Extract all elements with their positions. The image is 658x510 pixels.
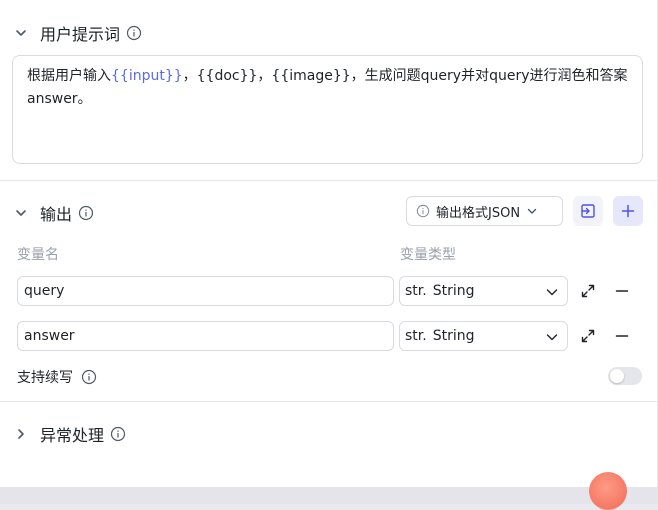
info-icon[interactable] <box>126 25 142 41</box>
prompt-section-title: 用户提示词 <box>40 25 121 44</box>
prompt-text-1: 根据用户输入 <box>27 68 111 84</box>
info-icon[interactable] <box>110 426 126 442</box>
canvas-background <box>0 487 658 504</box>
variable-type-select[interactable]: str. String <box>399 321 568 351</box>
plus-icon <box>620 203 636 219</box>
remove-icon[interactable] <box>614 283 630 299</box>
toggle-knob <box>610 369 624 383</box>
support-continue-label: 支持续写 <box>17 367 97 387</box>
remove-icon[interactable] <box>614 328 630 344</box>
expand-icon[interactable] <box>580 283 596 299</box>
info-icon <box>416 204 430 218</box>
output-section-header[interactable]: 输出 <box>14 201 94 225</box>
support-continue-toggle[interactable] <box>608 367 642 385</box>
variable-name-input[interactable]: query <box>17 276 394 306</box>
expand-icon[interactable] <box>580 328 596 344</box>
type-label: String <box>432 283 475 299</box>
output-format-label: 输出格式JSON <box>436 205 521 221</box>
assistant-avatar[interactable] <box>589 472 627 510</box>
info-icon[interactable] <box>81 369 97 385</box>
exception-section-title: 异常处理 <box>40 426 105 445</box>
add-variable-button[interactable] <box>613 196 643 226</box>
divider <box>0 180 658 181</box>
info-icon[interactable] <box>78 205 94 221</box>
variable-type-select[interactable]: str. String <box>399 276 568 306</box>
variable-name-column-label: 变量名 <box>17 247 59 263</box>
divider <box>0 401 658 402</box>
chevron-down-icon[interactable] <box>14 26 28 40</box>
type-prefix: str. <box>405 283 427 299</box>
prompt-textarea[interactable]: 根据用户输入{{input}}，{{doc}}，{{image}}，生成问题qu… <box>12 55 643 164</box>
exception-section-header[interactable]: 异常处理 <box>14 422 126 446</box>
node-config-panel: 用户提示词 根据用户输入{{input}}，{{doc}}，{{image}}，… <box>0 0 658 487</box>
variable-name-input[interactable]: answer <box>17 321 394 351</box>
output-section-title: 输出 <box>40 205 73 224</box>
chevron-down-icon[interactable] <box>14 206 28 220</box>
type-prefix: str. <box>405 328 427 344</box>
chevron-down-icon <box>545 285 559 299</box>
support-continue-text: 支持续写 <box>17 370 73 386</box>
variable-type-column-label: 变量类型 <box>400 247 456 263</box>
prompt-section-header[interactable]: 用户提示词 <box>14 21 142 45</box>
chevron-down-icon <box>526 205 538 217</box>
chevron-right-icon[interactable] <box>14 427 28 441</box>
import-button[interactable] <box>573 196 603 226</box>
chevron-down-icon <box>545 330 559 344</box>
prompt-variable-input: {{input}} <box>111 68 183 84</box>
output-format-select[interactable]: 输出格式JSON <box>406 196 563 226</box>
type-label: String <box>432 328 475 344</box>
import-icon <box>580 203 596 219</box>
